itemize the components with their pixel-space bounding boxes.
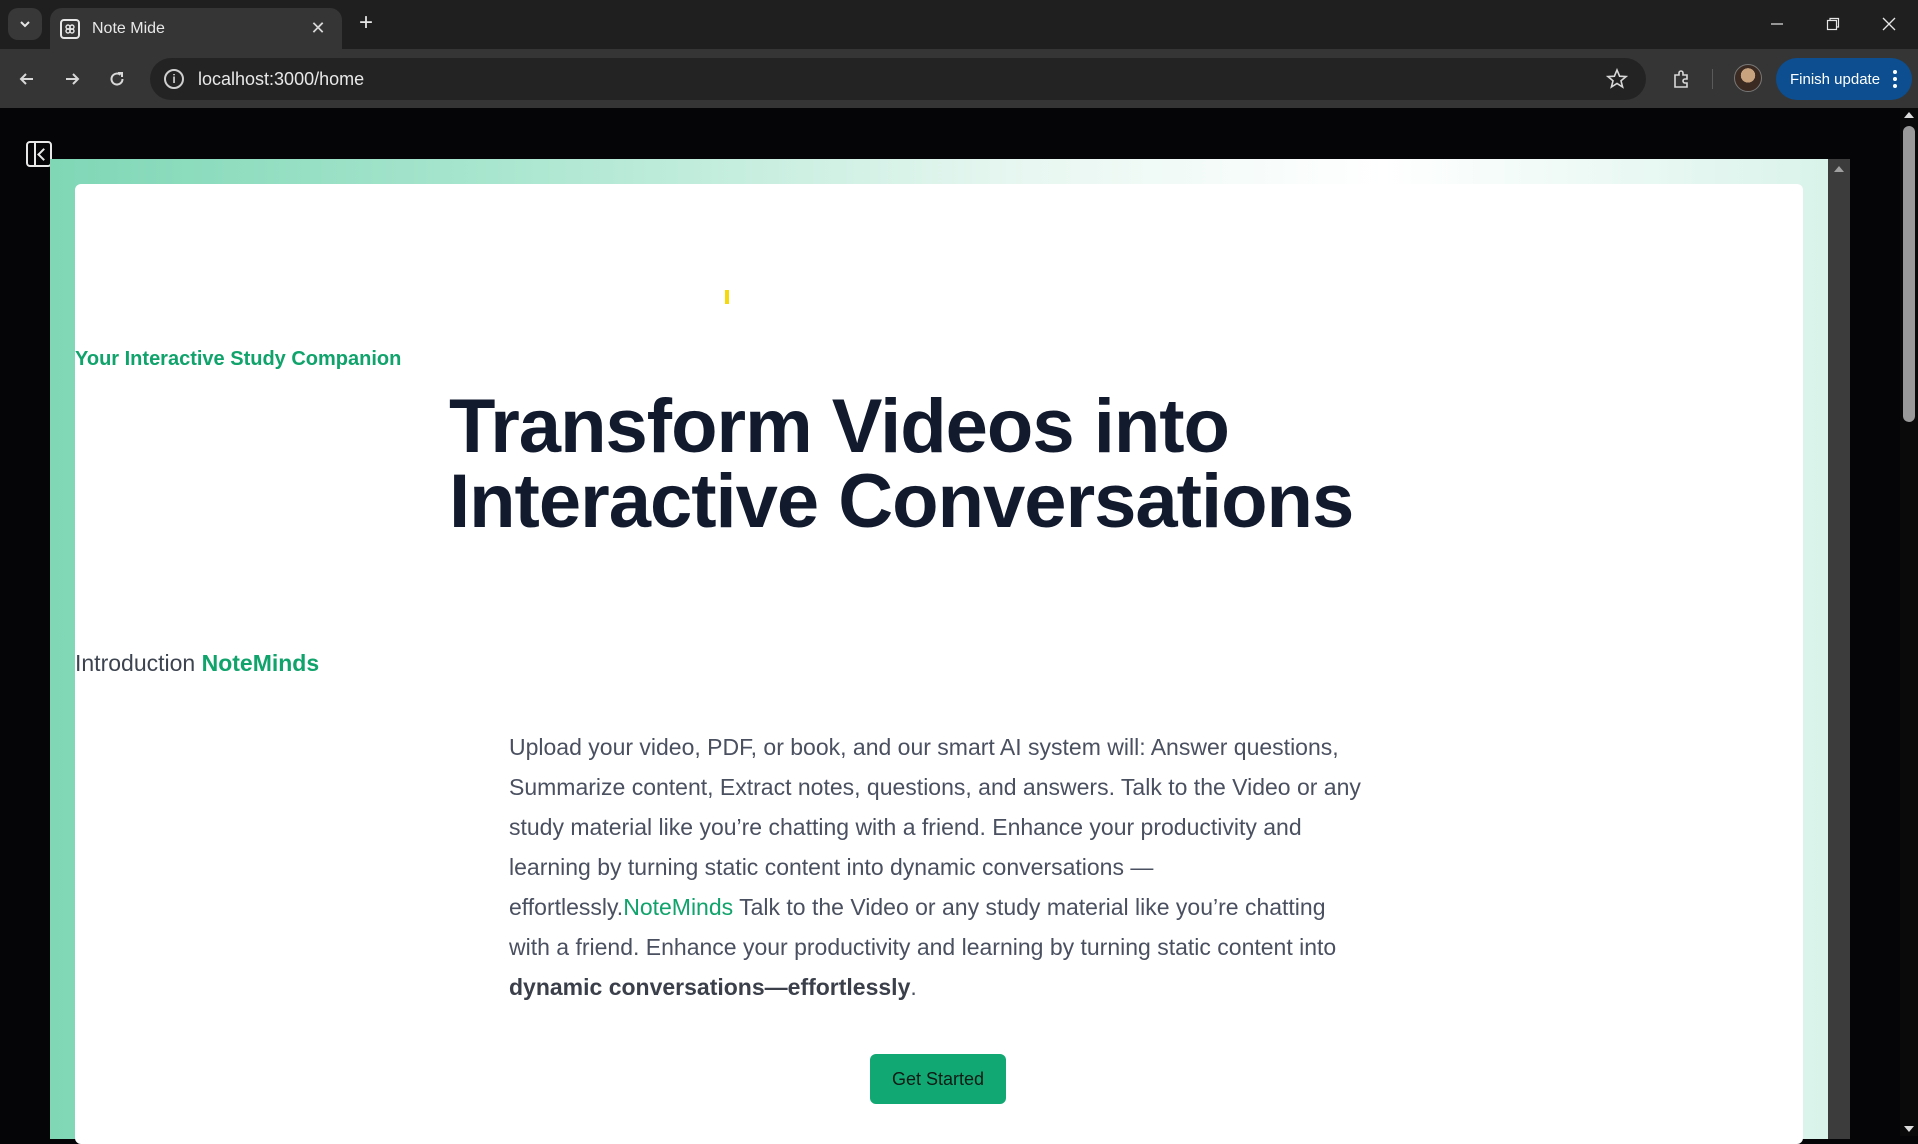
hero-description: Upload your video, PDF, or book, and our… — [509, 727, 1369, 1007]
hero-card: Your Interactive Study Companion Transfo… — [75, 184, 1803, 1144]
browser-tab-strip: Note Mide ✕ + — [0, 0, 1918, 49]
minimize-button[interactable] — [1754, 8, 1800, 40]
description-text: Upload your video, PDF, or book, and our… — [509, 734, 1361, 920]
close-icon[interactable]: ✕ — [308, 18, 328, 39]
tab-title: Note Mide — [92, 19, 165, 37]
hero-intro: Introduction NoteMinds — [75, 650, 1803, 677]
reload-icon — [110, 72, 124, 86]
minimize-icon — [1771, 23, 1783, 25]
avatar[interactable] — [1734, 64, 1762, 92]
intro-prefix: Introduction — [75, 650, 196, 676]
restore-icon — [1826, 17, 1840, 31]
text-cursor — [725, 290, 729, 304]
hero-headline: Transform Videos into Interactive Conver… — [449, 384, 1354, 544]
arrow-left-icon — [19, 73, 33, 85]
get-started-button[interactable]: Get Started — [870, 1054, 1006, 1104]
close-icon — [1882, 17, 1896, 31]
browser-toolbar: i localhost:3000/home Finish update — [0, 49, 1918, 108]
sidebar-collapse-icon[interactable] — [26, 141, 52, 167]
content-scrollbar[interactable] — [1828, 159, 1850, 1139]
extensions-button[interactable] — [1664, 62, 1698, 96]
address-bar[interactable]: i localhost:3000/home — [150, 58, 1646, 100]
more-vertical-icon — [1893, 70, 1897, 88]
description-emphasis: dynamic conversations—effortlessly — [509, 974, 911, 1000]
chevron-down-icon — [20, 21, 30, 28]
close-window-button[interactable] — [1866, 8, 1912, 40]
forward-button[interactable] — [55, 62, 89, 96]
hero-kicker: Your Interactive Study Companion — [75, 348, 402, 370]
app-favicon-icon — [60, 18, 80, 39]
brand-name: NoteMinds — [201, 650, 320, 676]
scroll-up-icon[interactable] — [1834, 166, 1844, 172]
back-button[interactable] — [10, 62, 44, 96]
puzzle-icon — [1674, 70, 1688, 88]
scrollbar-thumb[interactable] — [1903, 126, 1915, 422]
url-text[interactable]: localhost:3000/home — [198, 69, 1646, 90]
page-scrollbar[interactable] — [1900, 108, 1918, 1136]
description-end: . — [910, 974, 917, 1000]
hero-frame: Your Interactive Study Companion Transfo… — [50, 159, 1828, 1144]
reload-button[interactable] — [100, 62, 134, 96]
plus-icon: + — [358, 9, 373, 36]
finish-update-label: Finish update — [1790, 70, 1881, 88]
finish-update-button[interactable]: Finish update — [1776, 58, 1912, 100]
toolbar-divider — [1712, 69, 1713, 89]
restore-button[interactable] — [1810, 8, 1856, 40]
new-tab-button[interactable]: + — [352, 10, 380, 38]
page-viewport: Your Interactive Study Companion Transfo… — [0, 108, 1918, 1144]
tab-search-button[interactable] — [8, 8, 42, 40]
star-icon[interactable] — [1605, 67, 1629, 95]
arrow-right-icon — [66, 73, 80, 85]
browser-tab[interactable]: Note Mide ✕ — [50, 8, 342, 49]
info-icon[interactable]: i — [164, 69, 184, 89]
scroll-down-icon[interactable] — [1904, 1126, 1914, 1132]
description-brand: NoteMinds — [623, 894, 734, 920]
scroll-up-icon[interactable] — [1904, 112, 1914, 118]
